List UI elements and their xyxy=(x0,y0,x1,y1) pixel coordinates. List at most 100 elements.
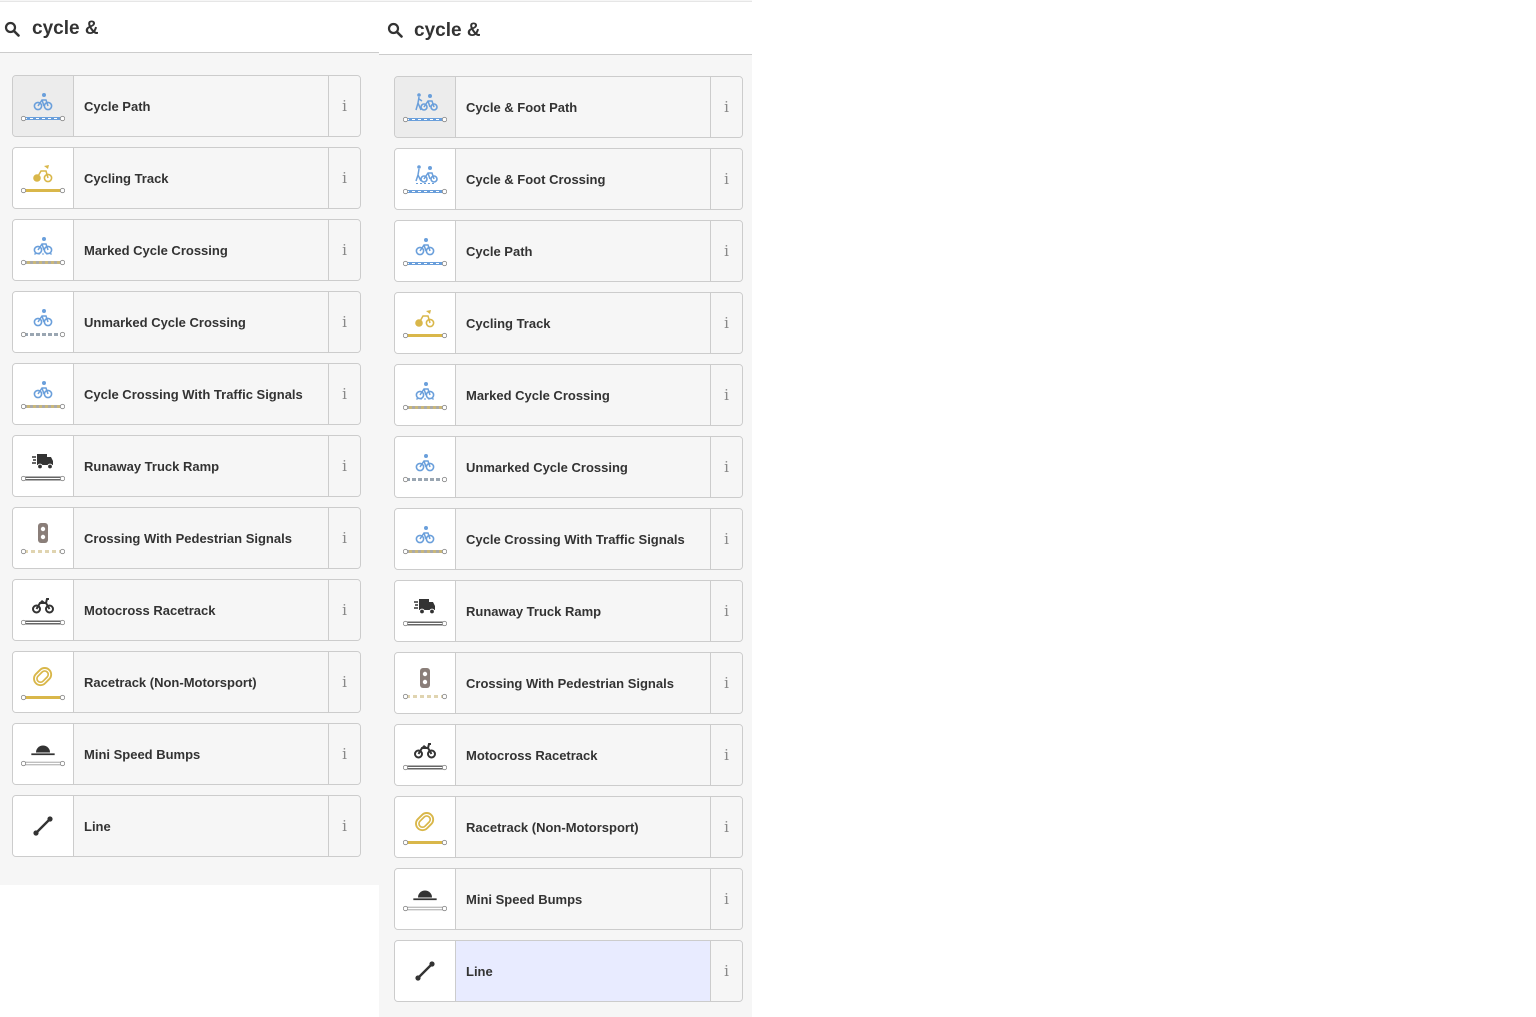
info-button[interactable]: i xyxy=(710,437,742,497)
preset-label: Line xyxy=(466,963,493,979)
preset-panel-right: Cycle & Foot Path i Cycle & Foot Crossing… xyxy=(379,0,752,1017)
preset-label: Cycle & Foot Crossing xyxy=(466,171,606,187)
cycling-track-icon xyxy=(395,293,456,353)
preset-list: Cycle Path i Cycling Track i Marked Cycle … xyxy=(12,75,361,867)
info-button[interactable]: i xyxy=(710,653,742,713)
preset-label: Runaway Truck Ramp xyxy=(466,603,602,619)
search-bar xyxy=(379,1,752,55)
preset-crossing-with-pedestrian-signals[interactable]: Crossing With Pedestrian Signals i xyxy=(12,507,361,569)
info-button[interactable]: i xyxy=(710,725,742,785)
preset-label: Marked Cycle Crossing xyxy=(84,242,228,258)
preset-runaway-truck-ramp[interactable]: Runaway Truck Ramp i xyxy=(394,580,743,642)
info-button[interactable]: i xyxy=(328,796,360,856)
line-icon xyxy=(13,796,74,856)
preset-label: Cycle Crossing With Traffic Signals xyxy=(84,386,303,402)
info-button[interactable]: i xyxy=(710,869,742,929)
info-button[interactable]: i xyxy=(328,76,360,136)
preset-label: Cycling Track xyxy=(84,170,169,186)
info-button[interactable]: i xyxy=(328,292,360,352)
line-icon xyxy=(395,941,456,1001)
preset-cycle-path[interactable]: Cycle Path i xyxy=(394,220,743,282)
preset-label: Marked Cycle Crossing xyxy=(466,387,610,403)
preset-label: Racetrack (Non-Motorsport) xyxy=(84,674,257,690)
preset-cycle-foot-path[interactable]: Cycle & Foot Path i xyxy=(394,76,743,138)
info-button[interactable]: i xyxy=(710,365,742,425)
preset-motocross-racetrack[interactable]: Motocross Racetrack i xyxy=(12,579,361,641)
truck-icon xyxy=(395,581,456,641)
preset-cycle-crossing-with-traffic-signals[interactable]: Cycle Crossing With Traffic Signals i xyxy=(394,508,743,570)
cycle-foot-icon xyxy=(395,77,456,137)
preset-runaway-truck-ramp[interactable]: Runaway Truck Ramp i xyxy=(12,435,361,497)
speed-bump-icon xyxy=(395,869,456,929)
info-button[interactable]: i xyxy=(710,797,742,857)
info-button[interactable]: i xyxy=(328,508,360,568)
preset-cycle-foot-crossing[interactable]: Cycle & Foot Crossing i xyxy=(394,148,743,210)
traffic-signal-icon xyxy=(395,653,456,713)
search-bar xyxy=(0,1,379,53)
preset-crossing-with-pedestrian-signals[interactable]: Crossing With Pedestrian Signals i xyxy=(394,652,743,714)
preset-label: Cycle Path xyxy=(466,243,533,259)
preset-label: Line xyxy=(84,818,111,834)
cycle-crossing-icon xyxy=(395,365,456,425)
preset-unmarked-cycle-crossing[interactable]: Unmarked Cycle Crossing i xyxy=(394,436,743,498)
search-input[interactable] xyxy=(414,16,734,46)
preset-list: Cycle & Foot Path i Cycle & Foot Crossing… xyxy=(394,76,743,1012)
motorcycle-icon xyxy=(395,725,456,785)
preset-mini-speed-bumps[interactable]: Mini Speed Bumps i xyxy=(394,868,743,930)
bicycle-icon xyxy=(13,292,74,352)
bicycle-icon xyxy=(13,364,74,424)
info-button[interactable]: i xyxy=(710,581,742,641)
preset-label: Racetrack (Non-Motorsport) xyxy=(466,819,639,835)
preset-label: Cycle & Foot Path xyxy=(466,99,578,115)
search-icon xyxy=(387,22,403,38)
info-button[interactable]: i xyxy=(328,148,360,208)
preset-motocross-racetrack[interactable]: Motocross Racetrack i xyxy=(394,724,743,786)
preset-label: Crossing With Pedestrian Signals xyxy=(84,530,292,546)
preset-label: Motocross Racetrack xyxy=(84,602,216,618)
preset-label: Unmarked Cycle Crossing xyxy=(84,314,246,330)
preset-label: Motocross Racetrack xyxy=(466,747,598,763)
preset-cycle-crossing-with-traffic-signals[interactable]: Cycle Crossing With Traffic Signals i xyxy=(12,363,361,425)
preset-marked-cycle-crossing[interactable]: Marked Cycle Crossing i xyxy=(12,219,361,281)
preset-label: Unmarked Cycle Crossing xyxy=(466,459,628,475)
info-button[interactable]: i xyxy=(328,652,360,712)
preset-cycle-path[interactable]: Cycle Path i xyxy=(12,75,361,137)
search-input[interactable] xyxy=(32,14,352,44)
preset-panel-left: Cycle Path i Cycling Track i Marked Cycle … xyxy=(0,0,379,885)
info-button[interactable]: i xyxy=(328,436,360,496)
preset-racetrack-non-motorsport[interactable]: Racetrack (Non-Motorsport) i xyxy=(394,796,743,858)
cycle-foot-crossing-icon xyxy=(395,149,456,209)
info-button[interactable]: i xyxy=(328,724,360,784)
info-button[interactable]: i xyxy=(710,221,742,281)
bicycle-icon xyxy=(395,509,456,569)
preset-mini-speed-bumps[interactable]: Mini Speed Bumps i xyxy=(12,723,361,785)
preset-label: Mini Speed Bumps xyxy=(466,891,583,907)
racetrack-icon xyxy=(395,797,456,857)
info-button[interactable]: i xyxy=(710,77,742,137)
preset-cycling-track[interactable]: Cycling Track i xyxy=(12,147,361,209)
preset-line[interactable]: Line i xyxy=(394,940,743,1002)
bicycle-icon xyxy=(13,76,74,136)
preset-label: Cycle Crossing With Traffic Signals xyxy=(466,531,685,547)
preset-unmarked-cycle-crossing[interactable]: Unmarked Cycle Crossing i xyxy=(12,291,361,353)
preset-line[interactable]: Line i xyxy=(12,795,361,857)
preset-marked-cycle-crossing[interactable]: Marked Cycle Crossing i xyxy=(394,364,743,426)
info-button[interactable]: i xyxy=(710,509,742,569)
info-button[interactable]: i xyxy=(710,941,742,1001)
info-button[interactable]: i xyxy=(328,580,360,640)
search-icon xyxy=(4,21,20,37)
speed-bump-icon xyxy=(13,724,74,784)
cycle-crossing-icon xyxy=(13,220,74,280)
info-button[interactable]: i xyxy=(710,149,742,209)
info-button[interactable]: i xyxy=(328,220,360,280)
racetrack-icon xyxy=(13,652,74,712)
preset-cycling-track[interactable]: Cycling Track i xyxy=(394,292,743,354)
preset-label: Runaway Truck Ramp xyxy=(84,458,220,474)
truck-icon xyxy=(13,436,74,496)
info-button[interactable]: i xyxy=(328,364,360,424)
info-button[interactable]: i xyxy=(710,293,742,353)
traffic-signal-icon xyxy=(13,508,74,568)
cycling-track-icon xyxy=(13,148,74,208)
preset-racetrack-non-motorsport[interactable]: Racetrack (Non-Motorsport) i xyxy=(12,651,361,713)
bicycle-icon xyxy=(395,221,456,281)
